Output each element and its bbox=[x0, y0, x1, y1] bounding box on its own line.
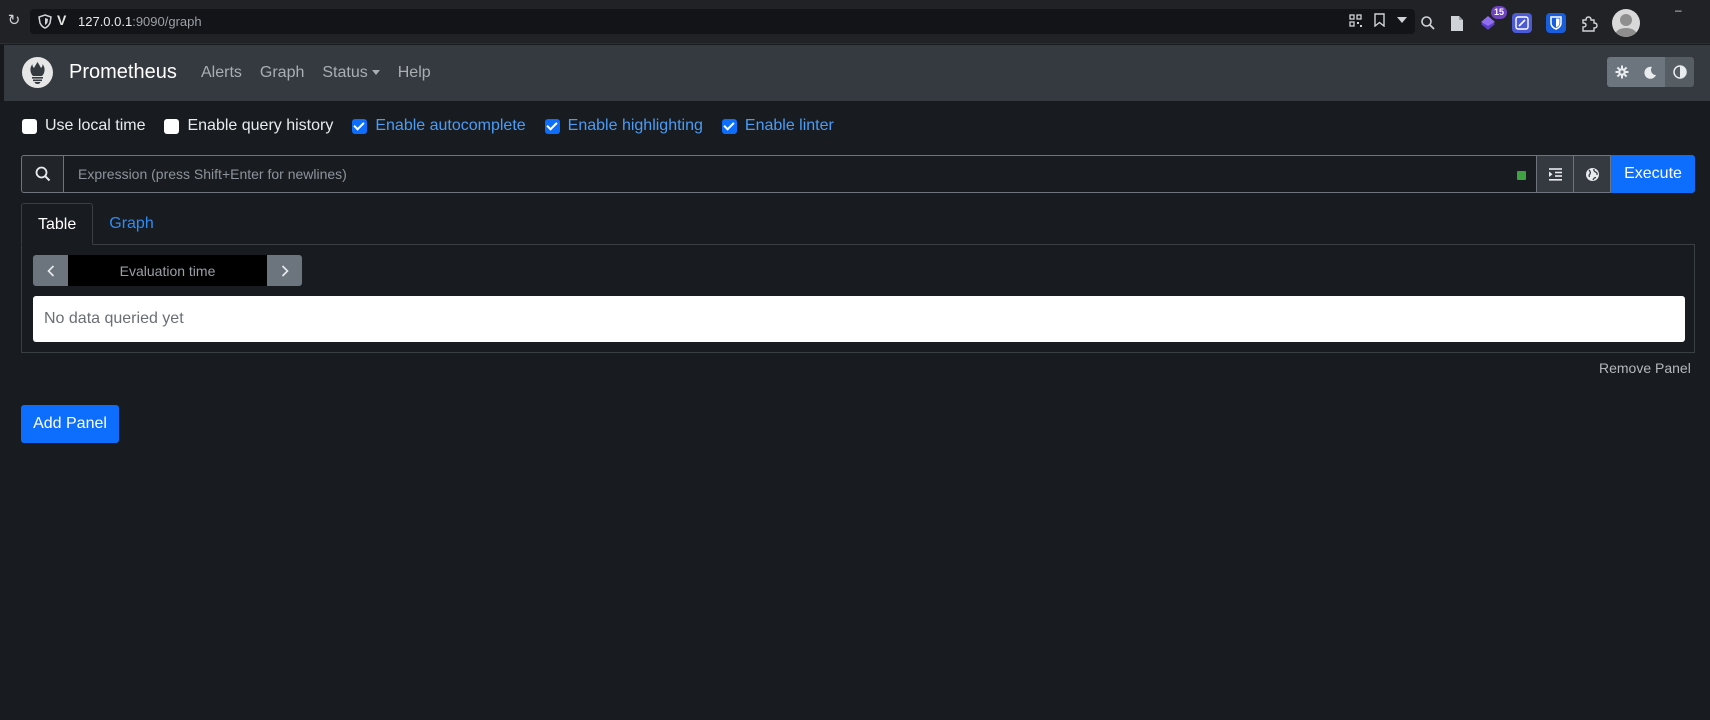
bitwarden-icon[interactable] bbox=[1546, 13, 1566, 33]
query-options: Use local time Enable query history Enab… bbox=[22, 117, 853, 135]
window-controls: – bbox=[1675, 3, 1682, 17]
globe-icon bbox=[1585, 167, 1599, 181]
bookmark-icon[interactable] bbox=[1374, 13, 1385, 27]
checkbox[interactable] bbox=[352, 118, 368, 134]
nav-status-label: Status bbox=[322, 64, 368, 81]
contrast-icon bbox=[1672, 65, 1687, 79]
option-linter[interactable]: Enable linter bbox=[721, 117, 834, 135]
nav-alerts[interactable]: Alerts bbox=[201, 64, 242, 82]
theme-toggle-group bbox=[1607, 57, 1694, 87]
linter-status-indicator bbox=[1517, 171, 1526, 180]
option-highlighting[interactable]: Enable highlighting bbox=[544, 117, 703, 135]
checkbox[interactable] bbox=[544, 118, 560, 134]
expression-placeholder: Expression (press Shift+Enter for newlin… bbox=[78, 166, 347, 182]
expression-input[interactable]: Expression (press Shift+Enter for newlin… bbox=[63, 155, 1537, 193]
light-theme-button[interactable] bbox=[1607, 57, 1636, 87]
brand-title[interactable]: Prometheus bbox=[69, 61, 177, 84]
previous-time-button[interactable] bbox=[33, 255, 68, 286]
tab-table[interactable]: Table bbox=[21, 203, 94, 245]
nav-status[interactable]: Status bbox=[322, 64, 380, 82]
url-text[interactable]: 127.0.0.1:9090/graph bbox=[78, 14, 202, 29]
minimize-icon[interactable]: – bbox=[1675, 3, 1682, 17]
expression-bar: Expression (press Shift+Enter for newlin… bbox=[21, 155, 1695, 193]
reload-icon[interactable]: ↻ bbox=[4, 11, 24, 31]
notification-badge: 15 bbox=[1490, 6, 1507, 19]
indent-icon bbox=[1548, 167, 1562, 181]
next-time-button[interactable] bbox=[267, 255, 302, 286]
evaluation-time-control: Evaluation time bbox=[33, 255, 302, 286]
checkbox[interactable] bbox=[22, 118, 37, 134]
checkbox[interactable] bbox=[721, 118, 737, 134]
dark-theme-button[interactable] bbox=[1636, 57, 1665, 87]
vivaldi-logo: V bbox=[57, 12, 67, 28]
option-label: Enable autocomplete bbox=[375, 117, 526, 134]
panel-body: Evaluation time No data queried yet bbox=[21, 244, 1695, 353]
tab-graph[interactable]: Graph bbox=[93, 203, 169, 245]
address-bar[interactable]: V 127.0.0.1:9090/graph bbox=[30, 9, 1415, 34]
nav-help[interactable]: Help bbox=[398, 64, 431, 82]
option-local-time[interactable]: Use local time bbox=[22, 117, 145, 135]
avatar[interactable] bbox=[1612, 9, 1640, 37]
caret-down-icon bbox=[371, 70, 380, 76]
chevron-down-icon[interactable] bbox=[1397, 16, 1407, 24]
remove-panel-link[interactable]: Remove Panel bbox=[1599, 360, 1691, 376]
option-label: Enable highlighting bbox=[567, 117, 703, 134]
prometheus-logo-icon[interactable] bbox=[22, 57, 53, 88]
reader-icon[interactable] bbox=[1450, 15, 1464, 32]
option-label: Enable linter bbox=[744, 117, 834, 134]
format-expression-button[interactable] bbox=[1537, 155, 1574, 193]
zoom-icon[interactable] bbox=[1420, 15, 1436, 31]
evaluation-time-input[interactable]: Evaluation time bbox=[68, 255, 267, 286]
auto-theme-button[interactable] bbox=[1665, 57, 1694, 87]
qr-code-icon[interactable] bbox=[1349, 13, 1362, 27]
gear-icon bbox=[1615, 65, 1628, 79]
metrics-explorer-button[interactable] bbox=[1574, 155, 1611, 193]
panel-tabs: Table Graph bbox=[21, 203, 170, 245]
no-data-message: No data queried yet bbox=[33, 296, 1685, 342]
nav-graph[interactable]: Graph bbox=[260, 64, 304, 82]
chevron-left-icon bbox=[46, 264, 54, 277]
execute-button[interactable]: Execute bbox=[1611, 155, 1695, 193]
chevron-right-icon bbox=[281, 264, 289, 277]
extension-icon[interactable]: 15 bbox=[1478, 6, 1507, 33]
checkbox[interactable] bbox=[164, 118, 180, 134]
option-autocomplete[interactable]: Enable autocomplete bbox=[352, 117, 526, 135]
navbar: Prometheus Alerts Graph Status Help bbox=[0, 45, 1710, 101]
option-label: Enable query history bbox=[187, 117, 334, 134]
search-icon bbox=[21, 155, 63, 193]
edit-extension-icon[interactable] bbox=[1512, 13, 1532, 33]
puzzle-icon[interactable] bbox=[1580, 14, 1598, 32]
browser-toolbar: ↻ V 127.0.0.1:9090/graph 15 – bbox=[0, 0, 1710, 44]
shield-icon[interactable] bbox=[38, 14, 52, 29]
add-panel-button[interactable]: Add Panel bbox=[21, 405, 119, 443]
moon-icon bbox=[1644, 66, 1656, 79]
option-label: Use local time bbox=[45, 117, 146, 134]
option-query-history[interactable]: Enable query history bbox=[164, 117, 333, 135]
